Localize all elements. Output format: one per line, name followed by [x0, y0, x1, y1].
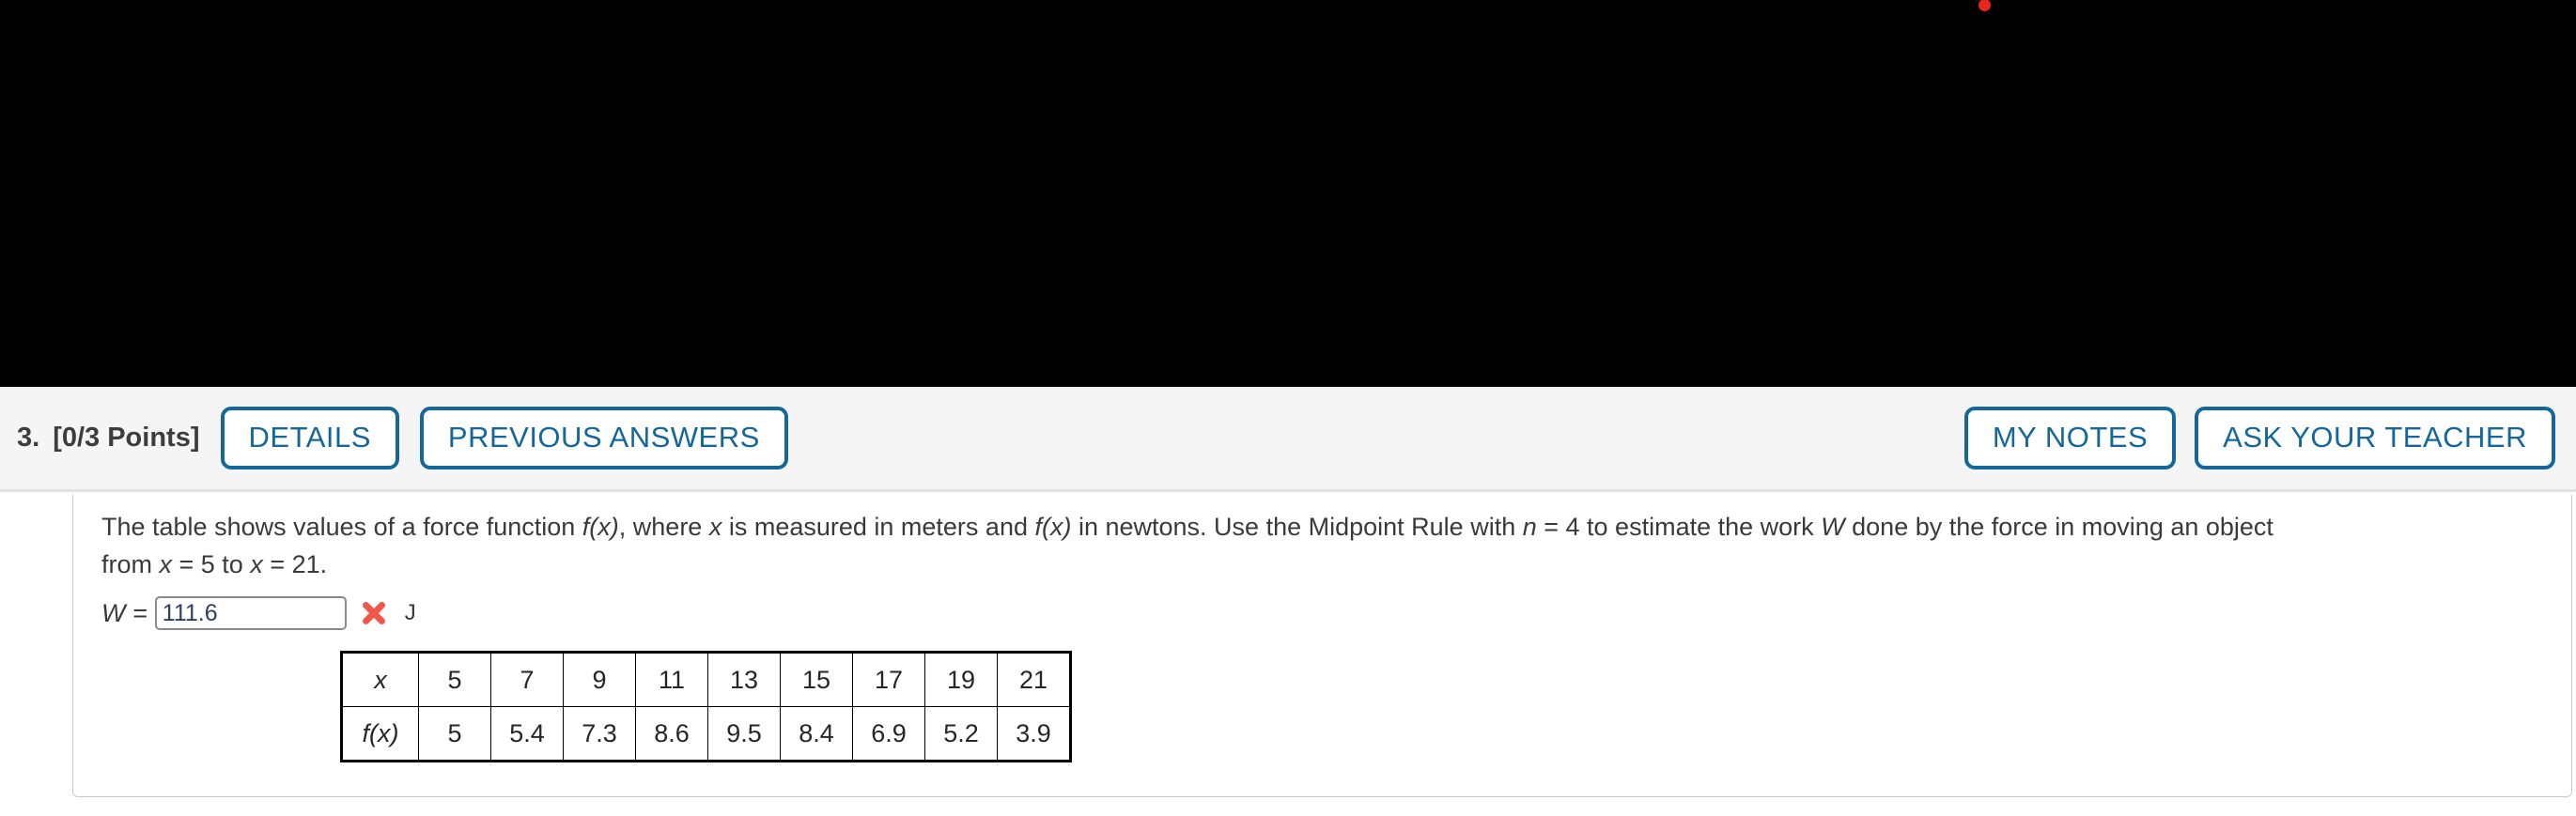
cell-fx-7: 5.2 [924, 706, 998, 762]
problem-text-segment: , where [618, 513, 709, 541]
problem-text-segment: = 5 to [172, 550, 251, 578]
header-left-group: 3. [0/3 Points] DETAILS PREVIOUS ANSWERS [0, 407, 788, 470]
cell-x-6: 17 [852, 652, 925, 707]
points-badge: [0/3 Points] [53, 423, 200, 453]
cell-x-3: 11 [635, 652, 708, 707]
my-notes-button[interactable]: MY NOTES [1963, 407, 2177, 470]
variable-n: n [1522, 513, 1537, 541]
answer-row: W = J [101, 596, 2516, 630]
question-number: 3. [17, 423, 40, 453]
ask-your-teacher-button[interactable]: ASK YOUR TEACHER [2195, 407, 2555, 470]
work-answer-input[interactable] [154, 596, 347, 630]
cell-x-2: 9 [563, 652, 636, 707]
cell-x-5: 15 [780, 652, 853, 707]
problem-text-segment: = 21. [262, 550, 328, 578]
problem-text-segment: = 4 to estimate the work [1536, 513, 1822, 541]
header-right-group: MY NOTES ASK YOUR TEACHER [1963, 387, 2555, 489]
cell-fx-1: 5.4 [490, 706, 564, 762]
cell-x-7: 19 [924, 652, 998, 707]
question-content-card: The table shows values of a force functi… [72, 495, 2572, 797]
cell-fx-8: 3.9 [997, 706, 1071, 762]
cell-x-1: 7 [490, 652, 564, 707]
cell-x-0: 5 [418, 652, 491, 707]
problem-statement: The table shows values of a force functi… [101, 508, 2516, 546]
variable-x-start: x [159, 550, 173, 578]
force-table-container: x 5 7 9 11 13 15 17 19 21 f(x) 5 5.4 7.3… [340, 651, 2516, 762]
video-viewport-black-area [0, 0, 2576, 387]
previous-answers-button[interactable]: PREVIOUS ANSWERS [419, 407, 788, 470]
answer-label: W = [101, 598, 147, 627]
variable-x-1: x [708, 513, 722, 541]
cell-fx-4: 9.5 [707, 706, 781, 762]
cell-fx-3: 8.6 [635, 706, 708, 762]
problem-text-segment: from [101, 550, 160, 578]
table-row-fx: f(x) 5 5.4 7.3 8.6 9.5 8.4 6.9 5.2 3.9 [341, 706, 1071, 762]
table-row-x: x 5 7 9 11 13 15 17 19 21 [341, 652, 1071, 707]
cell-fx-5: 8.4 [780, 706, 853, 762]
cell-x-4: 13 [707, 652, 781, 707]
function-fx-1: f(x) [582, 513, 619, 541]
row-header-fx: f(x) [341, 706, 419, 762]
cursor-marker-dot [1979, 0, 1991, 11]
function-fx-2: f(x) [1034, 513, 1072, 541]
wrong-x-icon [360, 599, 388, 627]
force-values-table: x 5 7 9 11 13 15 17 19 21 f(x) 5 5.4 7.3… [340, 651, 1072, 762]
problem-text-segment: is measured in meters and [722, 513, 1035, 541]
problem-statement-line2: from x = 5 to x = 21. [101, 546, 2516, 583]
cell-fx-2: 7.3 [563, 706, 636, 762]
variable-W: W [1821, 513, 1845, 541]
problem-text-segment: done by the force in moving an object [1844, 513, 2273, 541]
variable-x-end: x [250, 550, 263, 578]
cell-fx-6: 6.9 [852, 706, 925, 762]
details-button[interactable]: DETAILS [220, 407, 399, 470]
cell-fx-0: 5 [418, 706, 491, 762]
row-header-x: x [341, 652, 419, 707]
problem-body: The table shows values of a force functi… [101, 508, 2516, 762]
problem-text-segment: in newtons. Use the Midpoint Rule with [1071, 513, 1523, 541]
question-header-bar: 3. [0/3 Points] DETAILS PREVIOUS ANSWERS… [0, 387, 2576, 492]
unit-label-joules: J [404, 600, 416, 625]
cell-x-8: 21 [997, 652, 1071, 707]
problem-text-segment: The table shows values of a force functi… [101, 513, 582, 541]
